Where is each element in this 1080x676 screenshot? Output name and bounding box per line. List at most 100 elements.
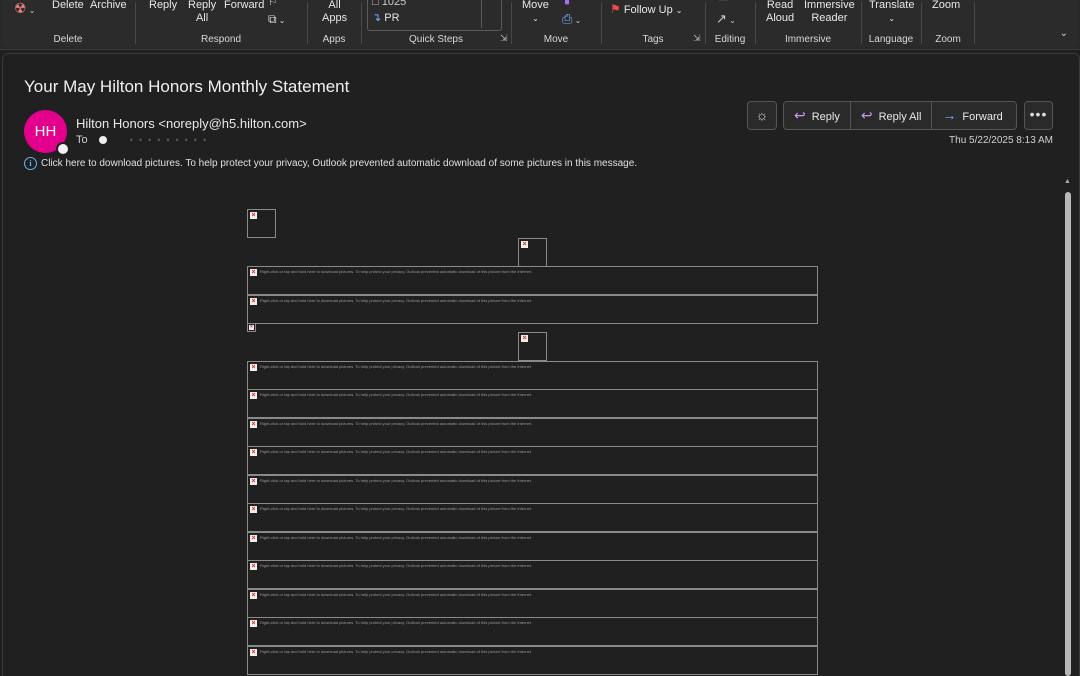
delete-button[interactable]: Delete — [52, 0, 84, 12]
toggle-background-button[interactable]: ☼ — [747, 101, 777, 130]
chevron-down-icon: ⌄ — [888, 14, 896, 23]
move-button[interactable]: Move ⌄ — [522, 0, 549, 25]
tags-group: ⚑ Follow Up ⌄ Tags ⇲ — [602, 0, 704, 47]
sender-name[interactable]: Hilton Honors <noreply@h5.hilton.com> — [76, 116, 307, 131]
delete-group-label: Delete — [53, 34, 83, 45]
blocked-image[interactable]: × Right-click or tap and hold here to dow… — [247, 560, 818, 589]
message-body: × × × Right-click or tap and hold here to… — [3, 180, 1058, 676]
follow-up-button[interactable]: ⚑ Follow Up ⌄ — [610, 3, 683, 17]
blocked-image[interactable]: × Right-click or tap and hold here to dow… — [247, 295, 818, 324]
blocked-image[interactable]: × Right-click or tap and hold here to dow… — [247, 475, 818, 504]
ribbon-reply-all-button[interactable]: Reply All — [188, 0, 216, 25]
quick-step-pr[interactable]: ↴ PR — [372, 12, 400, 25]
broken-image-icon: × — [250, 421, 257, 428]
scroll-thumb[interactable] — [1065, 192, 1071, 676]
infobar-text: Click here to download pictures. To help… — [41, 158, 638, 169]
blocked-image-text: Right-click or tap and hold here to down… — [260, 298, 532, 303]
ribbon-display-options-icon[interactable]: ⌄ — [1060, 28, 1068, 39]
move-group: Move ⌄ ▮ ⎙ ⌄ Move — [512, 0, 600, 47]
dialog-launcher-icon[interactable]: ⇲ — [693, 33, 701, 44]
scroll-up-arrow-icon[interactable]: ▲ — [1064, 178, 1071, 185]
more-respond-icon[interactable]: ⧉ ⌄ — [268, 13, 286, 27]
vertical-scrollbar[interactable]: ▲ — [1064, 178, 1072, 676]
recipient-redacted[interactable]: ••••••••• — [130, 135, 212, 145]
editing-group-label: Editing — [714, 34, 746, 45]
blocked-image-text: Right-click or tap and hold here to down… — [260, 563, 532, 568]
language-group: Translate ⌄ Language — [862, 0, 920, 47]
zoom-button[interactable]: Zoom — [932, 0, 960, 12]
meeting-icon[interactable]: ⚐ — [268, 0, 278, 9]
blocked-image[interactable]: × Right-click or tap and hold here to dow… — [247, 503, 818, 532]
immersive-reader-button[interactable]: Immersive Reader — [804, 0, 855, 25]
broken-image-icon: × — [521, 335, 528, 342]
more-actions-button[interactable]: ••• — [1024, 101, 1053, 130]
reply-button[interactable]: ↩ Reply — [784, 102, 851, 129]
blocked-image[interactable]: × — [247, 209, 276, 238]
message-subject: Your May Hilton Honors Monthly Statement — [24, 77, 350, 96]
blocked-image-text: Right-click or tap and hold here to down… — [260, 421, 532, 426]
reply-icon: ↩ — [794, 107, 806, 123]
to-label: To — [76, 134, 88, 146]
translate-button[interactable]: Translate ⌄ — [869, 0, 914, 25]
blocked-image-text: Right-click or tap and hold here to down… — [260, 506, 532, 511]
respond-group-label: Respond — [200, 34, 242, 45]
blocked-image-text: Right-click or tap and hold here to down… — [260, 364, 532, 369]
quick-steps-group-label: Quick Steps — [409, 34, 463, 45]
reading-pane: Your May Hilton Honors Monthly Statement… — [2, 53, 1080, 676]
ellipsis-icon: ••• — [1029, 106, 1048, 122]
quick-step-1025[interactable]: □ 1025 — [372, 0, 406, 9]
blocked-image[interactable]: × Right-click or tap and hold here to dow… — [247, 446, 818, 475]
onenote-icon[interactable]: ▮ — [564, 0, 570, 7]
blocked-image[interactable]: × — [247, 323, 256, 332]
ribbon-separator — [974, 2, 975, 44]
ignore-icon[interactable]: ☢ ⌄ — [14, 1, 36, 17]
immersive-group: Read Aloud Immersive Reader Immersive — [756, 0, 860, 47]
blocked-image-text: Right-click or tap and hold here to down… — [260, 592, 532, 597]
ribbon-forward-button[interactable]: Forward — [224, 0, 264, 12]
blocked-image[interactable]: × Right-click or tap and hold here to dow… — [247, 589, 818, 618]
dialog-launcher-icon[interactable]: ⇲ — [500, 33, 508, 44]
broken-image-icon: × — [250, 478, 257, 485]
broken-image-icon: × — [250, 563, 257, 570]
chevron-down-icon: ⌄ — [675, 6, 683, 15]
quick-steps-gallery: □ 1025 ↴ PR — [367, 0, 502, 31]
read-aloud-button[interactable]: Read Aloud — [766, 0, 794, 25]
blocked-image[interactable]: × Right-click or tap and hold here to dow… — [247, 646, 818, 675]
blocked-image[interactable]: × Right-click or tap and hold here to dow… — [247, 361, 818, 390]
broken-image-icon: × — [250, 620, 257, 627]
zoom-group-label: Zoom — [935, 34, 961, 45]
all-apps-button[interactable]: All Apps — [322, 0, 347, 25]
blocked-image[interactable]: × Right-click or tap and hold here to dow… — [247, 389, 818, 418]
archive-button[interactable]: Archive — [90, 0, 127, 12]
ribbon-reply-button[interactable]: Reply — [149, 0, 177, 12]
flag-icon: ⚑ — [610, 2, 621, 16]
reply-all-button[interactable]: ↩ Reply All — [851, 102, 933, 129]
broken-image-icon: × — [250, 592, 257, 599]
find-icon[interactable]: ▭ — [718, 0, 728, 5]
blocked-image[interactable]: × Right-click or tap and hold here to dow… — [247, 418, 818, 447]
blocked-image[interactable]: × Right-click or tap and hold here to dow… — [247, 532, 818, 561]
quick-step-label: PR — [384, 12, 400, 24]
blocked-image[interactable]: × Right-click or tap and hold here to dow… — [247, 617, 818, 646]
select-cursor-icon[interactable]: ↗ ⌄ — [716, 12, 736, 27]
info-icon: i — [24, 157, 37, 170]
blocked-image[interactable]: × Right-click or tap and hold here to dow… — [247, 266, 818, 295]
quick-steps-scroll[interactable] — [481, 0, 501, 28]
folder-arrow-icon: ↴ — [372, 12, 382, 24]
blocked-image-text: Right-click or tap and hold here to down… — [260, 449, 532, 454]
presence-status-icon — [56, 142, 70, 156]
blocked-image-text: Right-click or tap and hold here to down… — [260, 478, 532, 483]
immersive-group-label: Immersive — [784, 34, 832, 45]
rules-icon[interactable]: ⎙ ⌄ — [562, 12, 581, 27]
broken-image-icon: × — [521, 241, 528, 248]
follow-up-label: Follow Up — [623, 4, 673, 16]
forward-button[interactable]: → Forward — [932, 102, 1012, 129]
language-group-label: Language — [868, 34, 914, 45]
blocked-image[interactable]: × — [518, 238, 547, 267]
blocked-image[interactable]: × — [518, 332, 547, 361]
download-pictures-infobar[interactable]: i Click here to download pictures. To hel… — [24, 157, 637, 170]
blocked-image-text: Right-click or tap and hold here to down… — [260, 649, 532, 654]
broken-image-icon: × — [250, 649, 257, 656]
quick-step-label: 1025 — [381, 0, 407, 8]
forward-label: Forward — [962, 111, 1003, 123]
